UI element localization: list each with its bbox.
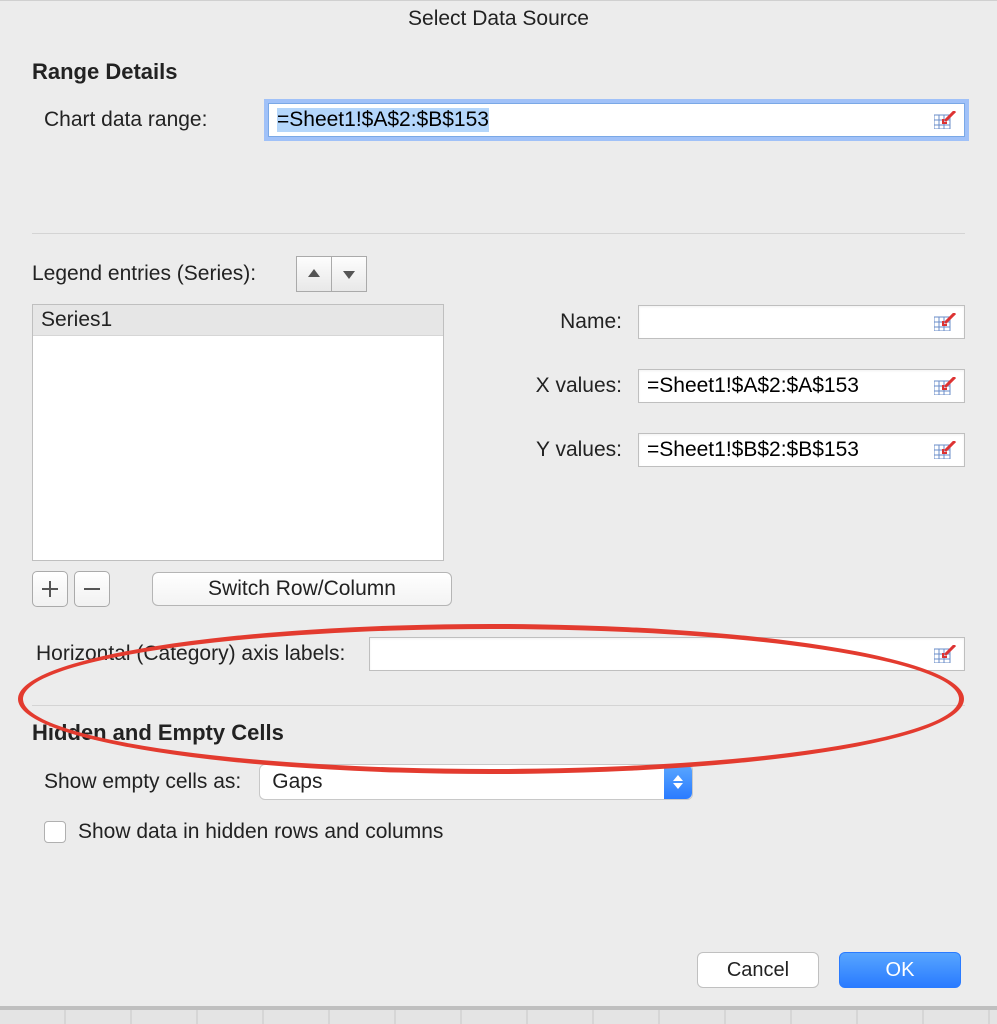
range-picker-icon[interactable] bbox=[932, 439, 958, 461]
show-empty-cells-value: Gaps bbox=[272, 770, 322, 794]
chart-data-range-input[interactable] bbox=[269, 104, 926, 136]
switch-row-column-button[interactable]: Switch Row/Column bbox=[152, 572, 452, 606]
x-values-input[interactable] bbox=[639, 370, 926, 402]
bottom-strip bbox=[0, 1006, 997, 1024]
y-values-input[interactable] bbox=[639, 434, 926, 466]
range-picker-icon[interactable] bbox=[932, 311, 958, 333]
range-picker-icon[interactable] bbox=[932, 375, 958, 397]
show-hidden-data-checkbox[interactable] bbox=[44, 821, 66, 843]
hidden-empty-heading: Hidden and Empty Cells bbox=[32, 720, 965, 746]
cancel-button[interactable]: Cancel bbox=[697, 952, 819, 988]
ok-button[interactable]: OK bbox=[839, 952, 961, 988]
series-name-input-wrap[interactable] bbox=[638, 305, 965, 339]
add-series-button[interactable] bbox=[32, 571, 68, 607]
select-stepper-icon bbox=[664, 765, 692, 799]
remove-series-button[interactable] bbox=[74, 571, 110, 607]
series-name-input[interactable] bbox=[639, 306, 926, 338]
horizontal-axis-labels-input-wrap[interactable] bbox=[369, 637, 965, 671]
series-list-item[interactable]: Series1 bbox=[33, 305, 443, 336]
x-values-input-wrap[interactable] bbox=[638, 369, 965, 403]
x-values-label: X values: bbox=[472, 374, 638, 398]
dialog-title: Select Data Source bbox=[0, 0, 997, 39]
series-listbox[interactable]: Series1 bbox=[32, 304, 444, 561]
range-details-heading: Range Details bbox=[32, 59, 965, 85]
show-empty-cells-label: Show empty cells as: bbox=[32, 770, 241, 794]
series-name-label: Name: bbox=[472, 310, 638, 334]
move-series-up-button[interactable] bbox=[296, 256, 332, 292]
range-picker-icon[interactable] bbox=[932, 643, 958, 665]
y-values-input-wrap[interactable] bbox=[638, 433, 965, 467]
chart-data-range-label: Chart data range: bbox=[32, 108, 268, 132]
range-picker-icon[interactable] bbox=[932, 109, 958, 131]
chart-data-range-input-wrap[interactable] bbox=[268, 103, 965, 137]
horizontal-axis-labels-input[interactable] bbox=[370, 638, 926, 670]
legend-entries-label: Legend entries (Series): bbox=[32, 262, 256, 286]
horizontal-axis-labels-label: Horizontal (Category) axis labels: bbox=[32, 642, 345, 666]
y-values-label: Y values: bbox=[472, 438, 638, 462]
show-hidden-data-label: Show data in hidden rows and columns bbox=[78, 820, 443, 844]
show-empty-cells-select[interactable]: Gaps bbox=[259, 764, 693, 800]
move-series-down-button[interactable] bbox=[332, 256, 367, 292]
